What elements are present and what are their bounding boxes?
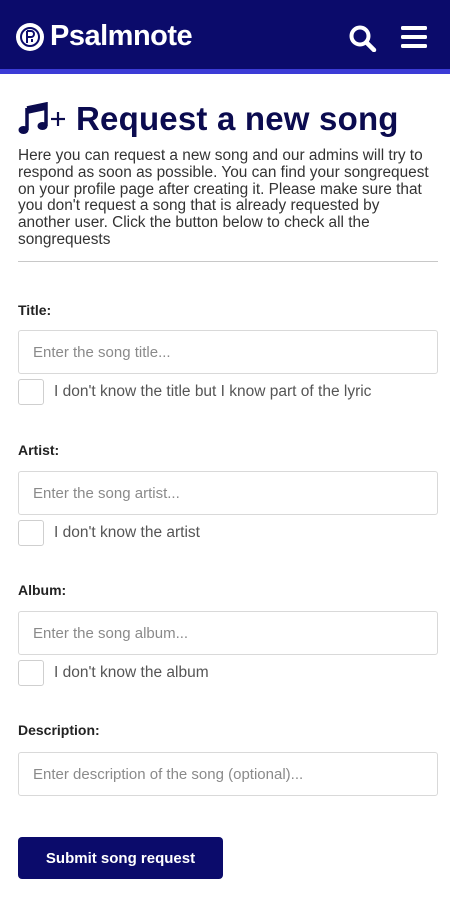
description-label: Description: <box>18 722 100 738</box>
title-field-group: Title: I don't know the title but I know… <box>18 302 438 406</box>
album-input[interactable] <box>18 611 438 655</box>
title-input[interactable] <box>18 330 438 374</box>
request-song-section: Request a new song Here you can request … <box>18 98 438 262</box>
unknown-artist-checkbox-row[interactable]: I don't know the artist <box>18 519 438 547</box>
album-label: Album: <box>18 582 67 598</box>
title-label: Title: <box>18 302 52 318</box>
unknown-album-label: I don't know the album <box>54 664 209 681</box>
artist-field-group: Artist: I don't know the artist <box>18 442 438 547</box>
description-input[interactable] <box>18 752 438 796</box>
brand-link[interactable]: Psalmnote <box>16 20 193 53</box>
unknown-title-checkbox[interactable] <box>18 379 44 405</box>
intro-text: Here you can request a new song and our … <box>18 147 429 248</box>
divider <box>18 260 438 262</box>
hamburger-menu-icon[interactable] <box>400 24 430 50</box>
psalmnote-logo-icon <box>16 22 44 51</box>
unknown-title-label: I don't know the title but I know part o… <box>54 383 372 400</box>
description-field-group: Description: <box>18 722 438 796</box>
search-icon[interactable] <box>348 24 378 53</box>
unknown-artist-checkbox[interactable] <box>18 520 44 546</box>
top-navbar: Psalmnote <box>0 0 450 74</box>
page-heading: Request a new song <box>18 98 438 140</box>
artist-label: Artist: <box>18 442 60 458</box>
unknown-artist-label: I don't know the artist <box>54 524 200 541</box>
brand-name: Psalmnote <box>50 20 193 52</box>
artist-input[interactable] <box>18 471 438 515</box>
submit-song-request-button[interactable]: Submit song request <box>18 837 223 879</box>
unknown-album-checkbox[interactable] <box>18 660 44 686</box>
page-title: Request a new song <box>76 100 399 137</box>
album-field-group: Album: I don't know the album <box>18 582 438 687</box>
unknown-album-checkbox-row[interactable]: I don't know the album <box>18 659 438 687</box>
music-note-plus-icon <box>18 101 68 136</box>
unknown-title-checkbox-row[interactable]: I don't know the title but I know part o… <box>18 378 438 406</box>
